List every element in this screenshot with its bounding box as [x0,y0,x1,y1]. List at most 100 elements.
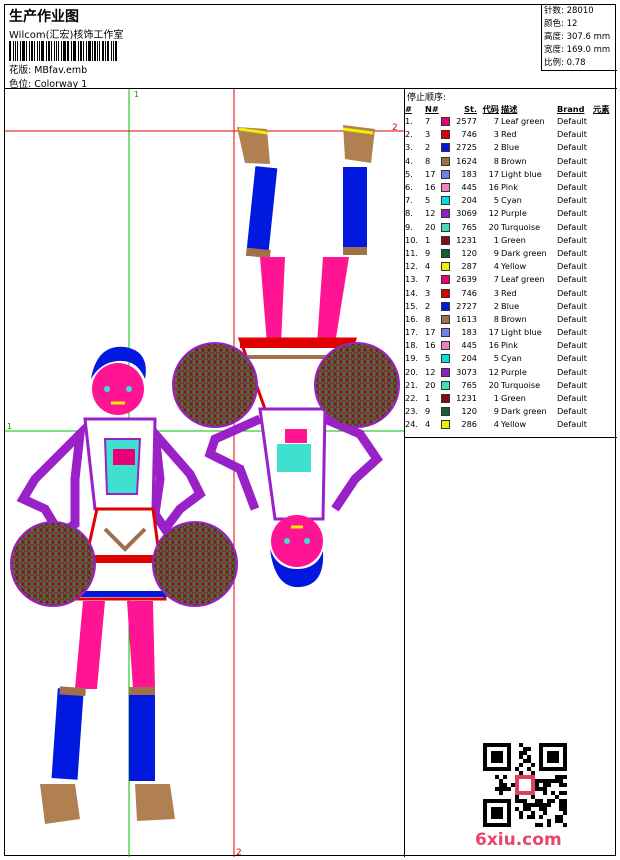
color-swatch [441,156,450,166]
stop-cell-idx: 3. [405,142,413,153]
color-swatch [441,183,450,193]
stop-cell-stitches: 765 [461,379,477,390]
stop-cell-swatch [441,392,453,405]
stop-cell-num: 17 [425,168,436,179]
stop-sequence-panel: 停止顺序: # N# St. 代码 描述 Brand 元素 1. 7 2577 7 Le… [405,89,617,857]
qr-module [503,787,507,791]
stop-cell-num: 8 [425,313,431,324]
color-swatch [441,235,450,245]
stop-cell-idx: 21. [405,379,419,390]
stop-cell-stitches: 120 [461,406,477,417]
qr-module [547,803,551,807]
stop-cell-code: 4 [493,419,499,430]
stop-row: 4. 8 1624 8 Brown Default [405,155,617,168]
stop-cell-desc: Leaf green [501,274,545,285]
stop-cell-brand: Default [557,406,587,417]
stop-cell-idx: 23. [405,406,419,417]
barcode-bar [74,41,77,61]
color-swatch [441,196,450,206]
stop-cell-swatch [441,247,453,260]
color-swatch [441,288,450,298]
qr-module [547,823,551,827]
stop-cell-num: 1 [425,393,431,404]
stop-cell-swatch [441,313,453,326]
barcode-bar [12,41,14,61]
stop-cell-stitches: 183 [461,168,477,179]
qr-module [535,779,539,783]
cheerleader-handstand [172,125,400,588]
qr-module [539,779,543,783]
stop-cell-idx: 9. [405,221,413,232]
qr-module [547,799,551,803]
qr-module [563,803,567,807]
stop-row: 6. 16 445 16 Pink Default [405,181,617,194]
qr-code [483,743,567,827]
qr-module [539,803,543,807]
barcode-bar [30,41,33,61]
barcode-bar [61,41,63,61]
stop-cell-swatch [441,155,453,168]
stop-row: 13. 7 2639 7 Leaf green Default [405,273,617,286]
stop-cell-idx: 24. [405,419,419,430]
stop-cell-code: 16 [488,340,499,351]
qr-module [519,743,523,747]
stop-cell-desc: Cyan [501,353,522,364]
stop-row: 19. 5 204 5 Cyan Default [405,352,617,365]
stop-cell-brand: Default [557,313,587,324]
stat-scale: 比例: 0.78 [544,58,586,68]
stop-cell-element [593,247,617,260]
stop-cell-element [593,260,617,273]
col-stitches: St. [464,104,477,114]
stop-cell-code: 20 [488,379,499,390]
stop-row: 9. 20 765 20 Turquoise Default [405,221,617,234]
color-swatch [441,169,450,179]
col-index: # [405,104,412,114]
stop-cell-num: 2 [425,300,431,311]
stop-cell-desc: Leaf green [501,116,545,127]
stop-row: 17. 17 183 17 Light blue Default [405,326,617,339]
col-element: 元素 [593,104,610,114]
qr-module [491,807,503,819]
stop-cell-idx: 8. [405,208,413,219]
colorway-name: 色位: Colorway 1 [9,79,88,90]
stop-cell-swatch [441,234,453,247]
stop-cell-desc: Turquoise [501,379,541,390]
qr-module [539,807,543,811]
stop-cell-brand: Default [557,116,587,127]
stop-cell-code: 16 [488,182,499,193]
qr-module [543,811,547,815]
color-swatch [441,262,450,272]
stop-row: 23. 9 120 9 Dark green Default [405,405,617,418]
stop-cell-element [593,286,617,299]
stop-cell-element [593,339,617,352]
stop-row: 22. 1 1231 1 Green Default [405,392,617,405]
stop-cell-idx: 6. [405,182,413,193]
color-swatch [441,394,450,404]
stop-cell-idx: 13. [405,274,419,285]
stop-cell-element [593,392,617,405]
stop-cell-num: 4 [425,261,431,272]
qr-module [503,783,507,787]
stop-cell-code: 2 [493,142,499,153]
color-swatch [441,222,450,232]
qr-module [563,791,567,795]
stop-cell-idx: 11. [405,247,419,258]
stop-cell-num: 9 [425,247,431,258]
qr-module [563,811,567,815]
barcode-bar [113,41,115,61]
qr-module [519,815,523,819]
stop-cell-desc: Brown [501,313,527,324]
qr-module [519,779,531,791]
production-sheet: 生产作业图 Wilcom(汇宏)核饰工作室 花版: MBfav.emb 色位: … [4,4,617,857]
stop-cell-desc: Red [501,129,517,140]
stop-cell-desc: Pink [501,182,518,193]
stop-cell-desc: Yellow [501,261,527,272]
stop-row: 5. 17 183 17 Light blue Default [405,168,617,181]
barcode-bar [50,41,52,61]
qr-module [519,771,523,775]
stop-table-header: # N# St. 代码 描述 Brand 元素 [405,103,617,115]
qr-module [531,771,535,775]
stop-cell-brand: Default [557,155,587,166]
stop-cell-code: 8 [493,155,499,166]
qr-module [551,799,555,803]
